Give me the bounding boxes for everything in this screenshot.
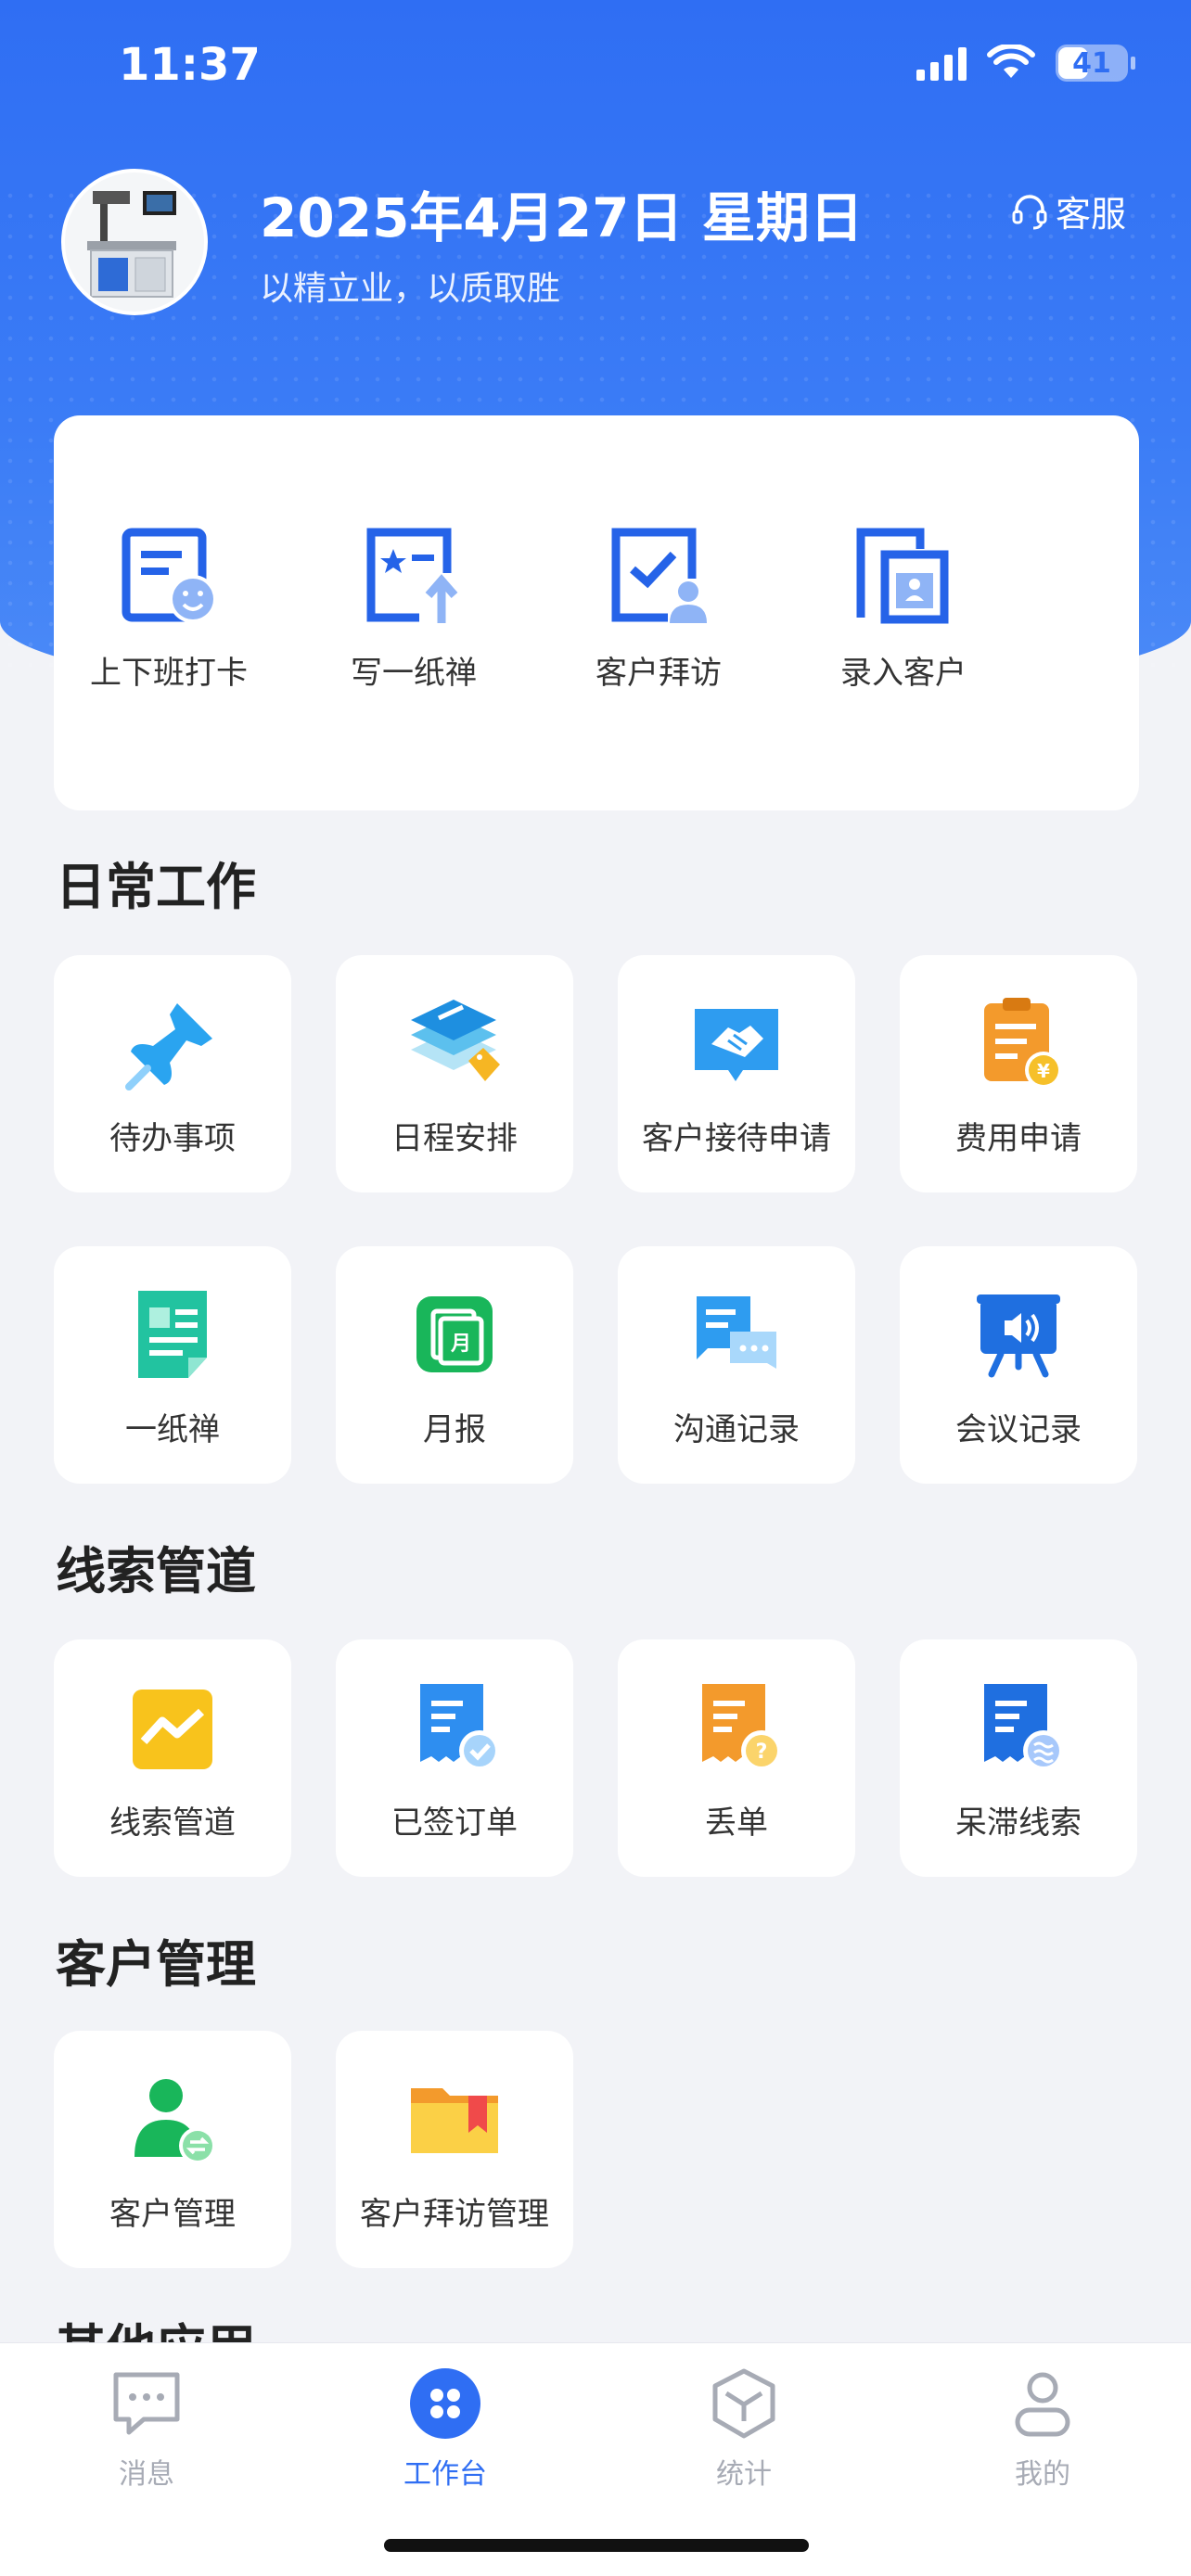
customer-service-button[interactable]: 客服 bbox=[1009, 185, 1126, 236]
quick-action-label: 录入客户 bbox=[840, 655, 967, 692]
svg-text:月: 月 bbox=[450, 1333, 471, 1356]
home-indicator bbox=[384, 2539, 809, 2552]
tile-visit-management[interactable]: 客户拜访管理 bbox=[336, 2031, 573, 2268]
monthly-report-icon: 月 bbox=[416, 1296, 493, 1372]
tile-label: 客户管理 bbox=[109, 2196, 236, 2233]
profile-icon bbox=[1015, 2372, 1070, 2437]
tab-label: 消息 bbox=[119, 2458, 174, 2491]
status-icons: 41 bbox=[916, 45, 1135, 82]
customer-service-label: 客服 bbox=[1055, 194, 1126, 235]
quick-action-add-customer[interactable]: 录入客户 bbox=[792, 527, 1015, 693]
quick-action-label: 客户拜访 bbox=[596, 655, 722, 692]
tile-label: 已签订单 bbox=[391, 1804, 518, 1842]
tab-workbench[interactable]: 工作台 bbox=[352, 2364, 538, 2492]
tile-label: 线索管道 bbox=[109, 1804, 236, 1842]
section-title-daily-work: 日常工作 bbox=[56, 858, 256, 916]
tile-monthly-report[interactable]: 月 月报 bbox=[336, 1246, 573, 1484]
tile-label: 月报 bbox=[423, 1411, 486, 1448]
page-title: 2025年4月27日 星期日 bbox=[260, 186, 864, 249]
tile-label: 日程安排 bbox=[391, 1120, 518, 1157]
tile-communication-record[interactable]: 沟通记录 bbox=[618, 1246, 855, 1484]
svg-text:¥: ¥ bbox=[1037, 1060, 1050, 1082]
signed-order-icon bbox=[420, 1684, 500, 1771]
stale-lead-icon bbox=[984, 1684, 1064, 1771]
document-icon bbox=[138, 1291, 207, 1378]
tile-lead-pipeline[interactable]: 线索管道 bbox=[54, 1639, 291, 1877]
add-customer-icon bbox=[856, 528, 949, 624]
tile-label: 客户拜访管理 bbox=[360, 2196, 549, 2233]
tile-todo[interactable]: 待办事项 bbox=[54, 955, 291, 1192]
wifi-icon bbox=[987, 45, 1035, 78]
battery-level: 41 bbox=[1072, 46, 1111, 80]
tile-label: 呆滞线索 bbox=[955, 1804, 1082, 1842]
tile-label: 客户接待申请 bbox=[642, 1120, 831, 1157]
checkin-icon bbox=[122, 528, 217, 623]
trend-icon bbox=[133, 1690, 212, 1769]
tile-schedule[interactable]: 日程安排 bbox=[336, 955, 573, 1192]
tab-profile[interactable]: 我的 bbox=[950, 2364, 1135, 2492]
tab-messages[interactable]: 消息 bbox=[54, 2364, 239, 2492]
meeting-icon bbox=[977, 1294, 1060, 1378]
tile-stale-leads[interactable]: 呆滞线索 bbox=[900, 1639, 1137, 1877]
tile-label: 费用申请 bbox=[955, 1120, 1082, 1157]
slogan: 以精立业，以质取胜 bbox=[260, 270, 561, 308]
quick-action-write-note[interactable]: 写一纸禅 bbox=[302, 527, 525, 693]
cellular-signal-icon bbox=[916, 45, 967, 81]
tile-label: 沟通记录 bbox=[673, 1411, 800, 1448]
tile-reception-request[interactable]: 客户接待申请 bbox=[618, 955, 855, 1192]
write-note-icon bbox=[366, 528, 458, 623]
avatar[interactable] bbox=[61, 169, 208, 315]
tab-label: 工作台 bbox=[403, 2458, 487, 2491]
quick-actions-card: 上下班打卡 写一纸禅 客户拜访 录入客户 bbox=[54, 415, 1139, 810]
section-title-customers: 客户管理 bbox=[56, 1935, 256, 1994]
tile-note[interactable]: 一纸禅 bbox=[54, 1246, 291, 1484]
tile-label: 丢单 bbox=[705, 1804, 768, 1842]
tile-lost-orders[interactable]: ? 丢单 bbox=[618, 1639, 855, 1877]
tile-customer-management[interactable]: 客户管理 bbox=[54, 2031, 291, 2268]
tile-expense[interactable]: ¥ 费用申请 bbox=[900, 955, 1137, 1192]
battery-icon: 41 bbox=[1056, 45, 1135, 82]
headset-icon bbox=[1012, 194, 1047, 229]
svg-text:?: ? bbox=[756, 1741, 768, 1764]
status-time: 11:37 bbox=[119, 39, 261, 91]
tile-meeting-record[interactable]: 会议记录 bbox=[900, 1246, 1137, 1484]
tile-signed-orders[interactable]: 已签订单 bbox=[336, 1639, 573, 1877]
section-title-leads: 线索管道 bbox=[56, 1542, 256, 1600]
lost-order-icon: ? bbox=[702, 1684, 782, 1771]
quick-action-label: 写一纸禅 bbox=[351, 655, 477, 692]
chat-record-icon bbox=[697, 1296, 776, 1369]
expense-icon: ¥ bbox=[984, 998, 1062, 1089]
pin-icon bbox=[125, 1003, 212, 1090]
visit-folder-icon bbox=[411, 2088, 498, 2153]
quick-action-checkin[interactable]: 上下班打卡 bbox=[58, 527, 280, 693]
message-icon bbox=[113, 2372, 180, 2435]
tile-label: 待办事项 bbox=[109, 1120, 236, 1157]
tile-label: 会议记录 bbox=[955, 1411, 1082, 1448]
workbench-icon bbox=[410, 2368, 480, 2439]
statistics-icon bbox=[712, 2368, 775, 2439]
handshake-icon bbox=[695, 1009, 778, 1081]
quick-action-customer-visit[interactable]: 客户拜访 bbox=[547, 527, 770, 693]
tile-label: 一纸禅 bbox=[125, 1411, 220, 1448]
customer-manage-icon bbox=[134, 2079, 216, 2164]
tab-statistics[interactable]: 统计 bbox=[651, 2364, 837, 2492]
quick-action-label: 上下班打卡 bbox=[90, 655, 248, 692]
tab-label: 统计 bbox=[716, 2458, 772, 2491]
customer-visit-icon bbox=[611, 528, 707, 623]
laser-machine-image bbox=[65, 172, 204, 312]
schedule-icon bbox=[411, 1000, 500, 1081]
tab-label: 我的 bbox=[1015, 2458, 1070, 2491]
